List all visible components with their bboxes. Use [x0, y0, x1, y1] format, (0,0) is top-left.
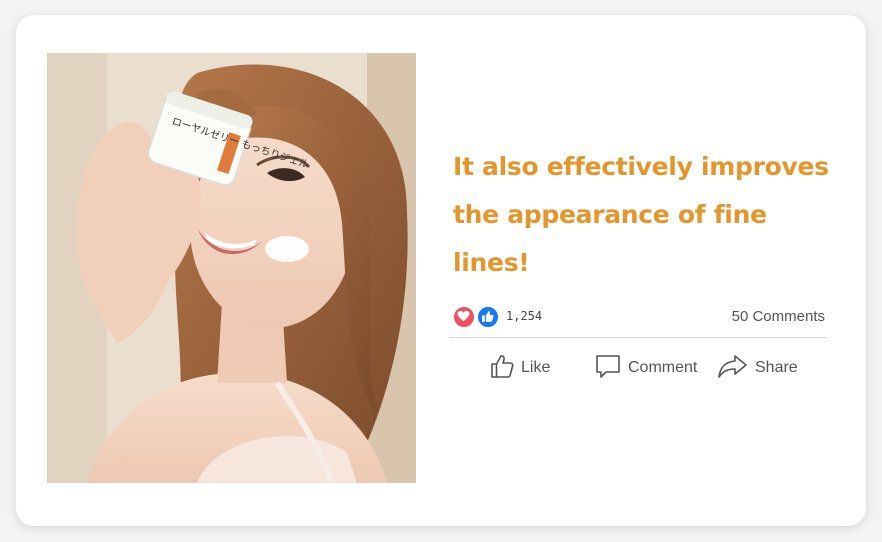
headline-line-1: It also effectively improves — [453, 152, 829, 181]
share-icon — [717, 352, 749, 385]
share-button[interactable]: Share — [717, 351, 798, 385]
like-button[interactable]: Like — [489, 351, 550, 385]
reaction-stats: 1,254 50 Comments — [453, 305, 825, 329]
comment-icon — [594, 352, 622, 385]
headline-line-2: the appearance of fine lines! — [453, 200, 767, 277]
post-actions: Like Comment Share — [449, 351, 827, 385]
heart-icon[interactable] — [453, 306, 475, 328]
post-card: ローヤルゼリー もっちりジェル It also effectively impr… — [16, 15, 866, 526]
comments-count[interactable]: 50 Comments — [732, 308, 825, 325]
comment-label: Comment — [628, 359, 698, 376]
reaction-count[interactable]: 1,254 — [506, 309, 542, 323]
share-label: Share — [755, 359, 798, 376]
thumbs-up-icon — [489, 353, 515, 384]
like-label: Like — [521, 359, 551, 376]
thumbs-up-icon[interactable] — [477, 306, 499, 328]
post-image[interactable]: ローヤルゼリー もっちりジェル — [47, 53, 416, 483]
divider — [449, 337, 827, 338]
post-photo-illustration: ローヤルゼリー もっちりジェル — [47, 53, 416, 483]
comment-button[interactable]: Comment — [594, 351, 697, 385]
post-headline: It also effectively improves the appeara… — [453, 143, 843, 287]
